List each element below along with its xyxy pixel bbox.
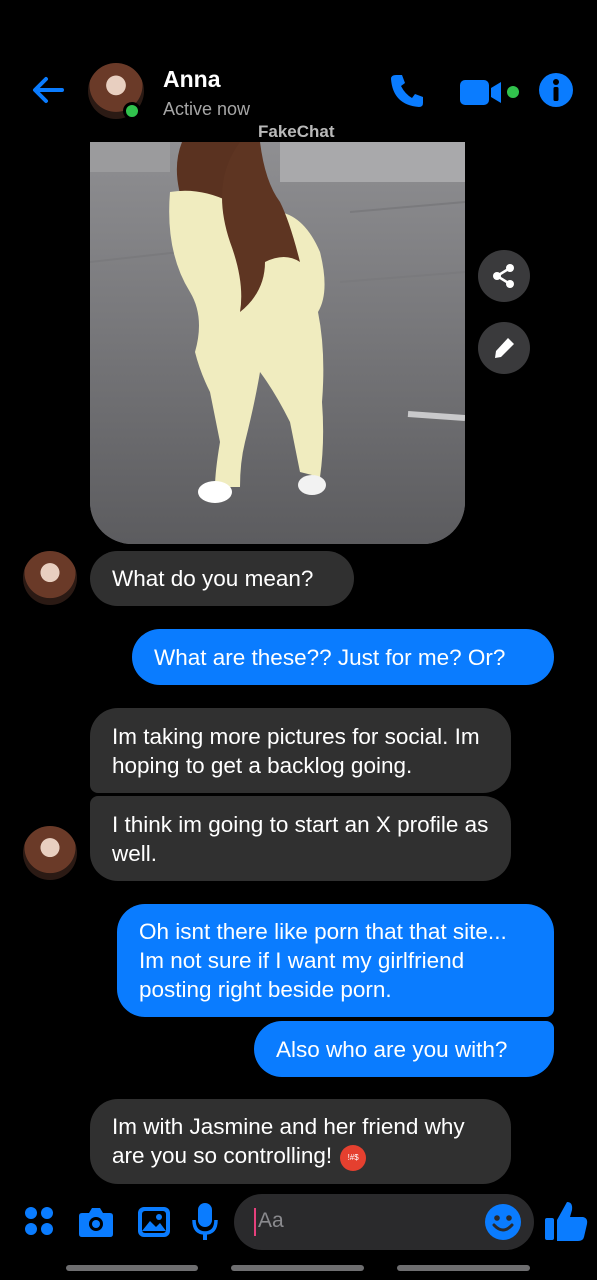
photo-image [90,142,465,544]
emoji-icon[interactable] [484,1203,522,1241]
apps-grid-icon[interactable] [24,1206,54,1236]
message-incoming[interactable]: Im taking more pictures for social. Im h… [90,708,511,793]
message-text: What are these?? Just for me? Or? [154,644,506,670]
contact-name[interactable]: Anna [163,66,221,93]
video-camera-icon[interactable] [460,78,522,108]
message-text: Also who are you with? [276,1036,508,1062]
info-icon[interactable] [538,72,574,108]
system-nav-bar [397,1265,530,1271]
message-input-placeholder: Aa [258,1209,284,1232]
pencil-icon [495,338,514,358]
message-text: I think im going to start an X profile a… [112,811,489,866]
message-outgoing[interactable]: Also who are you with? [254,1021,554,1077]
message-text: Im with Jasmine and her friend why are y… [112,1112,489,1171]
message-outgoing[interactable]: What are these?? Just for me? Or? [132,629,554,685]
text-caret [254,1208,256,1236]
contact-status: Active now [163,99,251,119]
message-incoming[interactable]: I think im going to start an X profile a… [90,796,511,881]
phone-icon[interactable] [388,72,426,110]
system-nav-bar [231,1265,364,1271]
edit-button[interactable] [478,322,530,374]
message-input[interactable]: Aa [234,1194,534,1250]
message-text: Im taking more pictures for social. Im h… [112,723,480,778]
message-outgoing[interactable]: Oh isnt there like porn that that site..… [117,904,554,1017]
message-text: Oh isnt there like porn that that site..… [139,919,507,1002]
shared-photo[interactable] [90,142,465,544]
angry-face-emoji: !#$ [340,1144,367,1171]
sender-avatar[interactable] [23,551,77,605]
online-indicator [123,102,141,120]
thumbs-up-icon[interactable] [543,1198,589,1244]
composer-bar: Aa [0,1192,597,1254]
system-nav-bar [66,1265,198,1271]
chat-header: Anna Active now [0,50,597,130]
share-icon [493,264,514,288]
camera-icon[interactable] [78,1206,114,1238]
back-arrow-icon[interactable] [28,70,68,110]
sender-avatar[interactable] [23,826,77,880]
message-incoming[interactable]: What do you mean? [90,551,354,606]
gallery-icon[interactable] [137,1206,171,1238]
message-text: What do you mean? [112,566,314,591]
message-incoming[interactable]: Im with Jasmine and her friend why are y… [90,1099,511,1184]
microphone-icon[interactable] [191,1202,219,1242]
share-button[interactable] [478,250,530,302]
watermark: FakeChat [258,122,335,141]
